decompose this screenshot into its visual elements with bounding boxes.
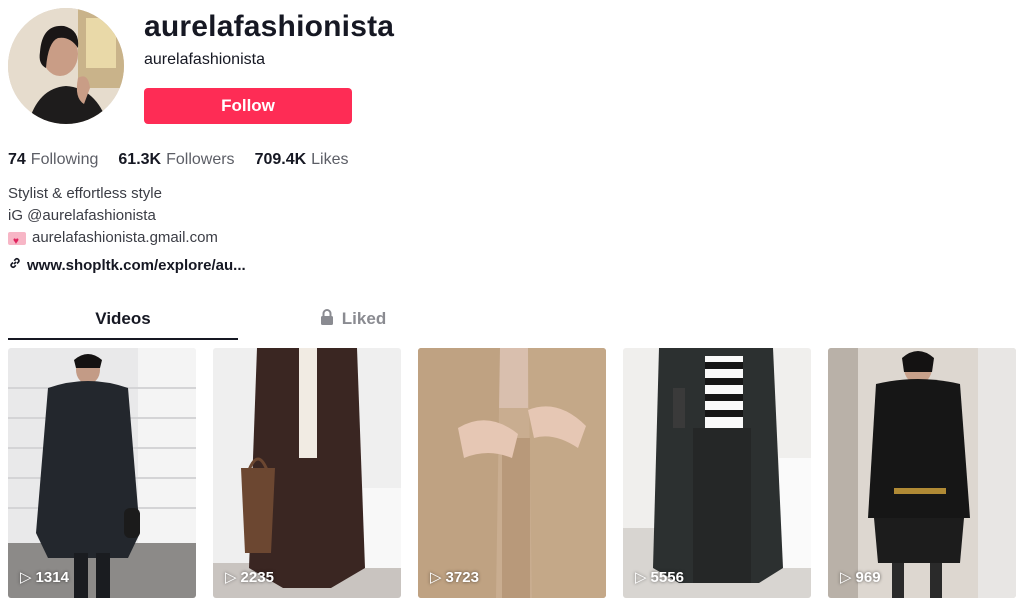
likes-count: 709.4K — [254, 151, 307, 168]
view-count-value: 2235 — [240, 568, 274, 586]
bio-email: aurelafashionista.gmail.com — [32, 229, 218, 246]
view-count-value: 1314 — [35, 568, 69, 586]
bio-line-3: aurelafashionista.gmail.com — [8, 227, 218, 253]
play-icon: ▷ — [20, 569, 32, 586]
view-count-value: 3723 — [445, 568, 479, 586]
view-count: ▷ 2235 — [225, 568, 274, 587]
video-grid: ▷ 1314 ▷ 2235 ▷ 3723 ▷ 5556 ▷ 969 — [8, 348, 1016, 598]
play-icon: ▷ — [840, 569, 852, 586]
likes-label: Likes — [311, 151, 349, 168]
tab-videos-label: Videos — [95, 309, 151, 328]
bio-link-text: www.shopltk.com/explore/au... — [27, 256, 246, 274]
tab-liked[interactable]: Liked — [238, 300, 468, 338]
followers-count: 61.3K — [118, 151, 162, 168]
bio-link[interactable]: www.shopltk.com/explore/au... — [8, 256, 246, 274]
followers-label: Followers — [166, 151, 235, 168]
followers-stat[interactable]: 61.3K Followers — [118, 151, 234, 169]
profile-bio: Stylist & effortless style iG @aurelafas… — [8, 183, 218, 253]
view-count: ▷ 5556 — [635, 568, 684, 587]
profile-tabs: Videos Liked — [8, 300, 468, 340]
profile-stats: 74 Following 61.3K Followers 709.4K Likes — [8, 151, 349, 169]
bio-line-1: Stylist & effortless style — [8, 185, 162, 202]
view-count: ▷ 3723 — [430, 568, 479, 587]
view-count: ▷ 969 — [840, 568, 881, 587]
play-icon: ▷ — [635, 569, 647, 586]
follow-button[interactable]: Follow — [144, 88, 352, 124]
following-count: 74 — [8, 151, 26, 168]
video-card[interactable]: ▷ 1314 — [8, 348, 196, 598]
profile-nickname: aurelafashionista — [144, 51, 265, 68]
video-card[interactable]: ▷ 969 — [828, 348, 1016, 598]
view-count-value: 969 — [855, 568, 881, 586]
tab-videos[interactable]: Videos — [8, 300, 238, 340]
tab-liked-label: Liked — [341, 309, 387, 328]
play-icon: ▷ — [225, 569, 237, 586]
love-letter-icon — [8, 231, 26, 253]
following-stat[interactable]: 74 Following — [8, 151, 98, 169]
video-card[interactable]: ▷ 2235 — [213, 348, 401, 598]
video-card[interactable]: ▷ 5556 — [623, 348, 811, 598]
lock-icon — [320, 308, 334, 330]
profile-username: aurelafashionista — [144, 10, 395, 43]
likes-stat: 709.4K Likes — [255, 151, 349, 169]
video-card[interactable]: ▷ 3723 — [418, 348, 606, 598]
bio-line-2: iG @aurelafashionista — [8, 207, 156, 224]
view-count-value: 5556 — [650, 568, 684, 586]
following-label: Following — [30, 151, 99, 168]
link-icon — [8, 256, 22, 274]
avatar[interactable] — [8, 8, 124, 124]
play-icon: ▷ — [430, 569, 442, 586]
view-count: ▷ 1314 — [20, 568, 69, 587]
